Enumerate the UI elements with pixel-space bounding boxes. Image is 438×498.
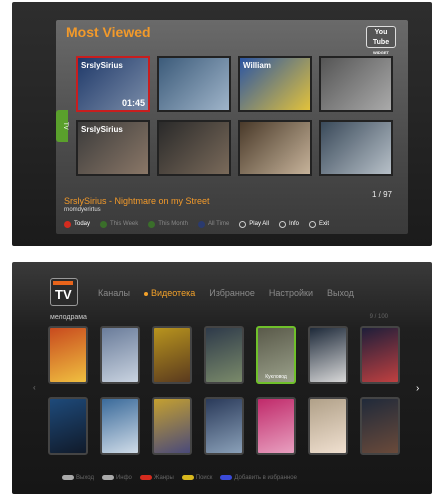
filter-label: All Time [207, 221, 230, 227]
movie-poster[interactable] [308, 326, 348, 384]
filter-label: Play All [249, 221, 269, 227]
movie-poster[interactable] [204, 397, 244, 455]
scroll-left-icon[interactable]: ‹ [33, 383, 36, 392]
filter-this-week[interactable]: This Week [100, 220, 139, 228]
filter-label: This Week [110, 221, 139, 227]
nav-item[interactable]: Избранное [209, 288, 255, 298]
category-label: мелодрама [50, 314, 87, 321]
footer-hint: Жанры [139, 475, 174, 481]
section-title: Most Viewed [66, 24, 151, 40]
video-thumbnail[interactable] [319, 120, 393, 176]
remote-key-icon [139, 475, 152, 480]
color-key-icon [100, 220, 108, 228]
filter-this-month[interactable]: This Month [148, 220, 188, 228]
filter-today[interactable]: Today [64, 220, 91, 228]
remote-key-icon [62, 475, 74, 480]
filter-all-time[interactable]: All Time [197, 220, 230, 228]
footer-hint: Добавить в избранное [220, 475, 297, 481]
nav-item[interactable]: Видеотека [144, 288, 195, 298]
selected-video-title: SrslySirius - Nightmare on my Street [64, 196, 210, 206]
scroll-right-icon[interactable]: › [416, 383, 419, 394]
video-duration: 01:45 [121, 98, 145, 108]
filter-label: Info [288, 221, 299, 227]
youtube-bottom-bar: Today This Week This Month All Time Play All… [64, 218, 404, 230]
color-key-icon [197, 220, 205, 228]
video-thumbnail[interactable] [157, 56, 231, 112]
button-icon [278, 220, 286, 228]
tv-nav-menu: Каналы Видеотека Избранное Настройки Выход [98, 288, 354, 298]
button-icon [308, 220, 316, 228]
filter-label: Exit [318, 221, 329, 227]
selected-video-user: rnomdyerirtus [64, 207, 101, 213]
footer-hint: Поиск [181, 475, 212, 481]
movie-poster[interactable] [152, 397, 192, 455]
nav-item[interactable]: Каналы [98, 288, 130, 298]
remote-key-icon [220, 475, 233, 480]
movie-poster[interactable] [308, 397, 348, 455]
remote-key-icon [181, 475, 194, 480]
footer-hint: Выход [62, 475, 94, 481]
filter-exit[interactable]: Exit [308, 220, 329, 228]
video-thumbnail[interactable] [319, 56, 393, 112]
poster-title: Кукловод [265, 374, 287, 380]
side-tab[interactable]: TV [56, 110, 68, 142]
video-thumbnail[interactable]: William [238, 56, 312, 112]
filter-label: This Month [158, 221, 188, 227]
movie-poster[interactable] [152, 326, 192, 384]
poster-counter: 9 / 100 [369, 314, 388, 320]
youtube-widget-panel: Most Viewed You Tube WIDGET SrslySirius 01:… [56, 20, 408, 234]
youtube-screen: Most Viewed You Tube WIDGET SrslySirius 01:… [12, 2, 432, 246]
nav-item[interactable]: Настройки [269, 288, 313, 298]
movie-poster[interactable] [48, 397, 88, 455]
filter-play-all[interactable]: Play All [239, 220, 269, 228]
movie-poster[interactable] [48, 326, 88, 384]
nav-item[interactable]: Выход [327, 288, 354, 298]
video-thumbnail[interactable] [238, 120, 312, 176]
thumbnail-caption: William [243, 61, 271, 70]
thumbnail-caption: SrslySirius [81, 61, 123, 70]
footer-hint: Инфо [101, 475, 132, 481]
video-thumbnail[interactable]: SrslySirius 01:45 [76, 56, 150, 112]
tv-logo: TV [50, 278, 78, 306]
video-thumbnail[interactable]: SrslySirius [76, 120, 150, 176]
movie-poster[interactable] [256, 397, 296, 455]
remote-key-icon [101, 475, 114, 480]
tv-footer-legend: Выход Инфо Жанры Поиск Добавить в избранное [62, 475, 297, 481]
movie-poster[interactable] [204, 326, 244, 384]
filter-info[interactable]: Info [278, 220, 299, 228]
video-thumbnail[interactable] [157, 120, 231, 176]
page-counter: 1 / 97 [371, 190, 392, 199]
filter-label: Today [74, 221, 91, 227]
movie-poster[interactable] [100, 326, 140, 384]
color-key-icon [148, 220, 156, 228]
movie-poster[interactable]: Кукловод [256, 326, 296, 384]
movie-poster[interactable] [360, 397, 400, 455]
button-icon [239, 220, 247, 228]
movie-poster[interactable] [100, 397, 140, 455]
color-key-icon [64, 220, 71, 228]
youtube-logo: You Tube WIDGET [366, 26, 396, 55]
tv-screen: TV Каналы Видеотека Избранное Настройки Выхо… [12, 262, 432, 494]
movie-poster[interactable] [360, 326, 400, 384]
thumbnail-caption: SrslySirius [81, 125, 123, 134]
